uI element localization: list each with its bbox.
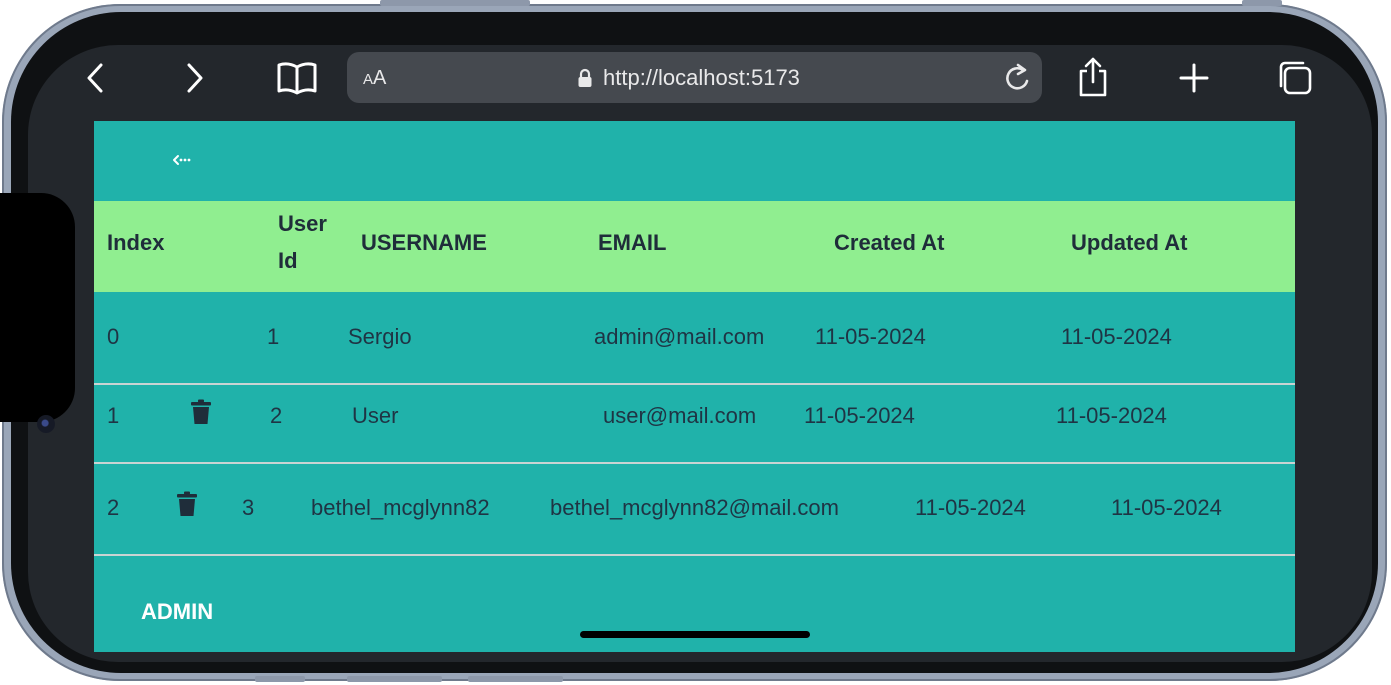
cell-created-at: 11-05-2024 [815, 324, 926, 349]
tabs-icon[interactable] [1276, 59, 1314, 97]
table-header: Index User Id USERNAME EMAIL Created At … [94, 201, 1295, 292]
trash-icon[interactable] [176, 491, 198, 522]
cell-email: user@mail.com [603, 403, 757, 428]
header-email: EMAIL [598, 230, 667, 255]
cell-user-id: 1 [267, 324, 280, 349]
cell-updated-at: 11-05-2024 [1056, 403, 1167, 428]
side-button [468, 676, 563, 682]
cell-index: 2 [107, 495, 120, 520]
cell-email: bethel_mcglynn82@mail.com [550, 495, 839, 520]
share-icon[interactable] [1076, 56, 1110, 98]
cell-created-at: 11-05-2024 [804, 403, 915, 428]
table-row: 2 3 bethel_mcglynn82 bethel_mcglynn82@ma… [94, 463, 1295, 556]
side-button [255, 676, 305, 682]
cell-username: Sergio [348, 324, 412, 349]
header-index: Index [107, 230, 165, 255]
cell-email: admin@mail.com [594, 324, 765, 349]
cell-user-id: 2 [270, 403, 283, 428]
header-username: USERNAME [361, 230, 487, 255]
cell-user-id: 3 [242, 495, 255, 520]
side-button [347, 676, 442, 682]
cell-index: 1 [107, 403, 120, 428]
side-button [1242, 0, 1282, 6]
cell-index: 0 [107, 324, 120, 349]
camera-icon [37, 415, 55, 433]
cell-username: bethel_mcglynn82 [311, 495, 490, 520]
header-updated-at: Updated At [1071, 230, 1188, 255]
table-row: 1 2 User user@mail.com 11-05-2024 11-05-… [94, 371, 1295, 464]
forward-arrow-icon[interactable] [184, 62, 206, 94]
lock-icon [577, 68, 593, 93]
cell-updated-at: 11-05-2024 [1111, 495, 1222, 520]
trash-icon[interactable] [190, 399, 212, 430]
header-user-id: User Id [278, 211, 327, 273]
reload-icon[interactable] [1003, 62, 1033, 99]
notch [0, 193, 75, 422]
new-tab-icon[interactable] [1178, 62, 1210, 94]
text-size-button[interactable]: AA [363, 67, 386, 90]
admin-link[interactable]: ADMIN [141, 599, 213, 625]
web-content: Index User Id USERNAME EMAIL Created At … [94, 121, 1295, 652]
bookmarks-icon[interactable] [276, 60, 318, 96]
cell-created-at: 11-05-2024 [915, 495, 1026, 520]
cell-updated-at: 11-05-2024 [1061, 324, 1172, 349]
url-text[interactable]: http://localhost:5173 [603, 65, 800, 91]
side-button [380, 0, 530, 6]
back-arrow-icon[interactable] [84, 62, 106, 94]
back-arrow-icon[interactable] [172, 153, 194, 172]
home-indicator[interactable] [580, 631, 810, 638]
cell-username: User [352, 403, 399, 428]
header-created-at: Created At [834, 230, 945, 255]
address-bar[interactable]: AA http://localhost:5173 [347, 52, 1042, 103]
